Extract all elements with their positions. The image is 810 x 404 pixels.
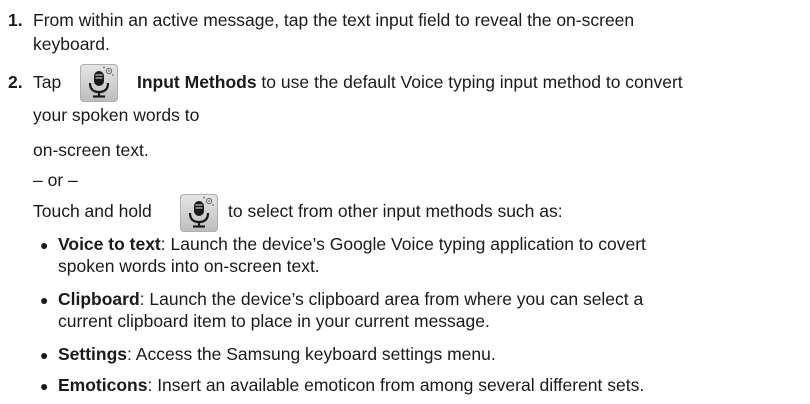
bullet-3-line-1: Settings: Access the Samsung keyboard se… [58,343,496,365]
microphone-settings-icon-2 [180,194,218,232]
bullet-3-term: Settings [58,344,128,364]
step-2-line-3: on-screen text. [33,140,149,160]
step-1-text-line-1: From within an active message, tap the t… [33,10,635,30]
bullet-4-term: Emoticons [58,375,148,395]
touch-hold-text: Touch and hold [33,201,152,221]
step-2-number: 2. [8,72,23,92]
bullet-2-text: : Launch the device’s clipboard area fro… [139,289,644,309]
bullet-2-line-1: Clipboard: Launch the device’s clipboard… [58,288,643,310]
bullet-2-term: Clipboard [58,289,140,309]
bullet-4-line-1: Emoticons: Insert an available emoticon … [58,374,644,396]
step-2-line-2: your spoken words to [33,105,200,125]
step-2-instruction: Input Methods to use the default Voice t… [137,71,683,93]
bullet-1-dot: ● [40,237,49,253]
bullet-3-text: : Access the Samsung keyboard settings m… [127,344,496,364]
bullet-4-text: : Insert an available emoticon from amon… [147,375,645,395]
step-2-tap: Tap [33,72,62,92]
bullet-2-dot: ● [40,292,49,308]
step-1-text-line-2: keyboard. [33,34,110,54]
bullet-4-dot: ● [40,378,49,394]
bullet-2-line-2: current clipboard item to place in your … [58,311,490,331]
bullet-1-text: : Launch the device’s Google Voice typin… [160,234,646,254]
bullet-1-term: Voice to text [58,234,161,254]
bullet-1-line-2: spoken words into on-screen text. [58,256,320,276]
or-separator: – or – [33,170,78,190]
touch-hold-after: to select from other input methods such … [228,201,563,221]
bullet-1-line-1: Voice to text: Launch the device’s Googl… [58,233,646,255]
step-2-rest: to use the default Voice typing input me… [256,72,683,92]
input-methods-label: Input Methods [137,72,257,92]
bullet-3-dot: ● [40,347,49,363]
step-1-number: 1. [8,10,23,30]
microphone-settings-icon [80,64,118,102]
